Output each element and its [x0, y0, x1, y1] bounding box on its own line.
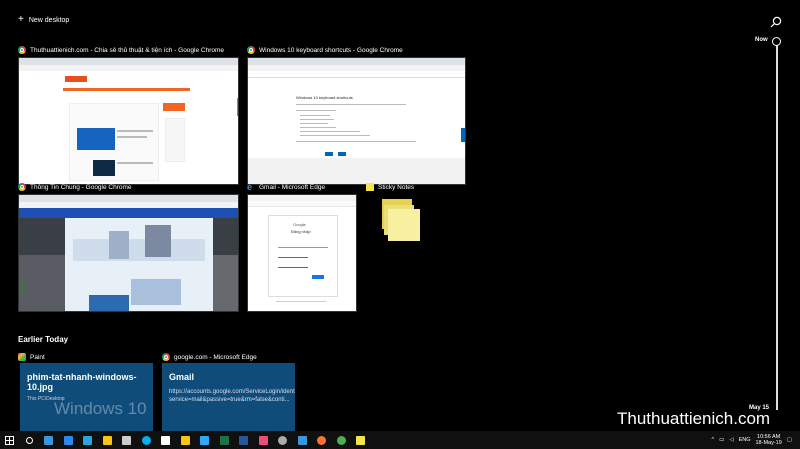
card-title: phim-tat-nhanh-windows-10.jpg [27, 372, 137, 392]
volume-icon[interactable]: ◁ [729, 437, 733, 443]
tray-up-arrow-icon[interactable]: ^ [712, 437, 715, 443]
start-icon[interactable] [0, 431, 20, 449]
file-explorer-icon[interactable] [98, 431, 118, 449]
edge-tab-icon[interactable] [39, 431, 59, 449]
activity-card-gmail[interactable]: Gmail https://accounts.google.com/Servic… [162, 363, 295, 431]
sticky-notes-icon[interactable] [351, 431, 371, 449]
window-thumbnail[interactable] [18, 194, 239, 312]
system-tray: ^ ▭ ◁ ENG 10:56 AM 18-May-19 ▢ [712, 431, 800, 449]
network-icon[interactable]: ▭ [719, 437, 724, 443]
window-thong-tin-chung[interactable]: Thông Tin Chung - Google Chrome [18, 181, 239, 312]
window-title: Gmail - Microsoft Edge [259, 183, 326, 191]
chrome-icon [247, 46, 255, 54]
google-icon [162, 353, 170, 361]
new-desktop-label: New desktop [28, 16, 70, 24]
window-thumbnail[interactable]: Google Đăng nhập [247, 194, 357, 312]
card-title: Gmail [169, 372, 195, 382]
timeline-track[interactable] [776, 40, 778, 410]
window-title: Thông Tin Chung - Google Chrome [30, 183, 132, 191]
window-thumbnail[interactable]: Windows 10 keyboard shortcuts [247, 57, 466, 185]
photoshop-icon[interactable] [195, 431, 215, 449]
taskbar: ^ ▭ ◁ ENG 10:56 AM 18-May-19 ▢ [0, 431, 800, 449]
timeline-now-label: Now [755, 37, 768, 43]
card-watermark: Windows 10 [54, 399, 147, 418]
activity-paint[interactable]: Paint [18, 351, 45, 363]
word-icon[interactable] [234, 431, 254, 449]
card-url: https://accounts.google.com/ServiceLogin… [169, 389, 295, 403]
window-thumbnail[interactable] [18, 57, 239, 185]
window-title: Thuthuattienich.com - Chia sẻ thủ thuật … [30, 46, 225, 54]
plus-icon: + [18, 14, 24, 25]
sticky-notes-icon [366, 183, 374, 191]
edge-icon: e [247, 182, 253, 192]
card-subtitle: This PC\Desktop [27, 396, 65, 402]
chrome-icon [18, 183, 26, 191]
clock-date: 18-May-19 [755, 440, 782, 446]
skype-icon[interactable] [137, 431, 157, 449]
snipping-icon[interactable] [273, 431, 293, 449]
chrome-icon [18, 46, 26, 54]
language-indicator[interactable]: ENG [739, 437, 751, 443]
activity-card-paint[interactable]: Windows 10 phim-tat-nhanh-windows-10.jpg… [20, 363, 153, 431]
page-heading: Windows 10 keyboard shortcuts [296, 95, 353, 100]
mail-icon[interactable] [156, 431, 176, 449]
gmail-signin-heading: Đăng nhập [291, 229, 311, 234]
timeline-handle[interactable] [772, 37, 781, 46]
activity-app-label: google.com - Microsoft Edge [174, 353, 257, 361]
telegram-icon[interactable] [78, 431, 98, 449]
action-center-icon[interactable]: ▢ [787, 437, 792, 443]
new-desktop-button[interactable]: + New desktop [18, 14, 70, 25]
store-icon[interactable] [117, 431, 137, 449]
window-thumbnail[interactable] [366, 195, 420, 241]
gmail-google-logo: Google [293, 222, 306, 227]
activity-app-label: Paint [30, 353, 45, 361]
firefox-icon[interactable] [312, 431, 332, 449]
excel-icon[interactable] [215, 431, 235, 449]
chrome-icon[interactable] [332, 431, 352, 449]
search-icon[interactable] [770, 16, 782, 28]
paint-icon [18, 353, 26, 361]
activity-google-edge[interactable]: google.com - Microsoft Edge [162, 351, 257, 363]
window-title: Windows 10 keyboard shortcuts - Google C… [259, 46, 403, 54]
folder-icon[interactable] [176, 431, 196, 449]
check-icon[interactable] [59, 431, 79, 449]
window-gmail-edge[interactable]: e Gmail - Microsoft Edge Google Đăng nhậ… [247, 181, 357, 312]
window-sticky-notes[interactable]: Sticky Notes [366, 181, 420, 241]
site-watermark: Thuthuattienich.com [617, 409, 771, 428]
search-icon[interactable] [20, 431, 40, 449]
window-thuthuattienich[interactable]: Thuthuattienich.com - Chia sẻ thủ thuật … [18, 44, 239, 185]
app-icon[interactable] [254, 431, 274, 449]
window-title: Sticky Notes [378, 183, 415, 191]
edge-icon[interactable] [293, 431, 313, 449]
window-win10-shortcuts[interactable]: Windows 10 keyboard shortcuts - Google C… [247, 44, 466, 185]
taskbar-clock[interactable]: 10:56 AM 18-May-19 [756, 434, 782, 446]
earlier-today-heading: Earlier Today [18, 335, 69, 344]
